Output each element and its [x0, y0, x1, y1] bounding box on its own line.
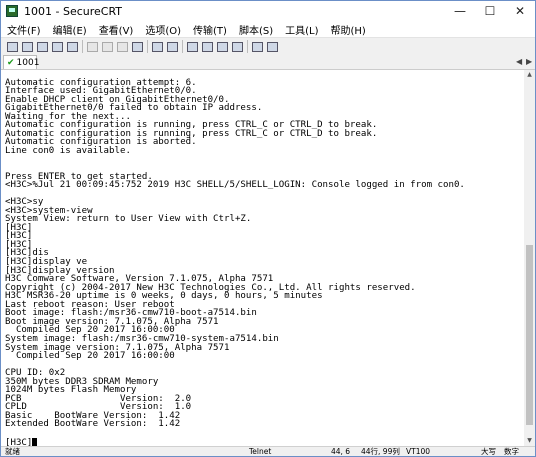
status-caps: 大写 [481, 447, 496, 456]
terminal-line: Line con0 is available. [5, 145, 131, 156]
terminal-line: System View: return to User View with Ct… [5, 214, 252, 225]
reconnect-icon[interactable] [50, 39, 65, 54]
menu-script[interactable]: 脚本(S) [233, 22, 279, 37]
terminal-line: [H3C] [5, 222, 33, 233]
session-tab-bar: ✔ 1001 ◀ ▶ [1, 55, 535, 70]
status-emulation: VT100 [406, 447, 431, 456]
menu-tools[interactable]: 工具(L) [279, 22, 324, 37]
title-bar[interactable]: 1001 - SecureCRT — ☐ ✕ [1, 1, 535, 21]
copy-icon[interactable] [85, 39, 100, 54]
keymap-icon[interactable] [230, 39, 245, 54]
menu-help[interactable]: 帮助(H) [324, 22, 371, 37]
status-num: 数字 [504, 447, 519, 456]
tab-scroll-right-icon[interactable]: ▶ [526, 57, 532, 66]
vertical-scrollbar[interactable]: ▲ ▼ [524, 70, 535, 446]
menu-options[interactable]: 选项(O) [139, 22, 187, 37]
menu-transfer[interactable]: 传输(T) [187, 22, 233, 37]
disconnect-icon[interactable] [65, 39, 80, 54]
status-bar: 就绪 Telnet 44, 6 44行, 99列 VT100 大写 数字 [1, 446, 535, 456]
terminal-output[interactable]: Automatic configuration attempt: 6. Inter… [1, 70, 524, 446]
session-options-icon[interactable] [185, 39, 200, 54]
securecrt-window: 1001 - SecureCRT — ☐ ✕ 文件(F) 编辑(E) 查看(V)… [0, 0, 536, 457]
close-button[interactable]: ✕ [505, 1, 535, 21]
status-ready: 就绪 [5, 447, 20, 456]
menu-view[interactable]: 查看(V) [93, 22, 140, 37]
status-terminal-size: 44行, 99列 [361, 447, 400, 456]
securecrt-app-icon [6, 5, 18, 17]
global-options-icon[interactable] [200, 39, 215, 54]
scroll-down-icon[interactable]: ▼ [524, 436, 535, 446]
terminal-line: [H3C] [5, 437, 524, 446]
terminal-line: Extended BootWare Version: 1.42 [5, 419, 181, 430]
status-protocol: Telnet [249, 447, 272, 456]
terminal-cursor [32, 437, 38, 446]
connect-icon[interactable] [5, 39, 20, 54]
status-cursor-position: 44, 6 [331, 447, 351, 456]
terminal-line: [H3C] [5, 231, 33, 242]
quick-connect-icon[interactable] [20, 39, 35, 54]
session-tab-1001[interactable]: ✔ 1001 [3, 55, 40, 69]
tab-scroll-left-icon[interactable]: ◀ [516, 57, 522, 66]
copy-paste-icon[interactable] [115, 39, 130, 54]
terminal-line: [H3C] [5, 239, 33, 250]
scroll-up-icon[interactable]: ▲ [524, 70, 535, 80]
connect-tab-icon[interactable] [35, 39, 50, 54]
sftp-icon[interactable] [215, 39, 230, 54]
print-icon[interactable] [150, 39, 165, 54]
connected-check-icon: ✔ [7, 57, 15, 68]
menu-edit[interactable]: 编辑(E) [47, 22, 93, 37]
scrollbar-thumb[interactable] [526, 245, 533, 425]
find-icon[interactable] [130, 39, 145, 54]
about-icon[interactable] [265, 39, 280, 54]
menu-file[interactable]: 文件(F) [1, 22, 47, 37]
minimize-button[interactable]: — [445, 1, 475, 21]
terminal-line: Compiled Sep 20 2017 16:00:00 [5, 351, 175, 362]
print-setup-icon[interactable] [165, 39, 180, 54]
window-controls: — ☐ ✕ [445, 1, 535, 21]
terminal-line: <H3C>%Jul 21 00:09:45:752 2019 H3C SHELL… [5, 180, 465, 191]
window-title: 1001 - SecureCRT [24, 4, 123, 18]
paste-icon[interactable] [100, 39, 115, 54]
toolbar [1, 37, 535, 55]
menu-bar: 文件(F) 编辑(E) 查看(V) 选项(O) 传输(T) 脚本(S) 工具(L… [1, 21, 535, 37]
maximize-button[interactable]: ☐ [475, 1, 505, 21]
help-icon[interactable] [250, 39, 265, 54]
session-tab-label: 1001 [16, 57, 40, 68]
